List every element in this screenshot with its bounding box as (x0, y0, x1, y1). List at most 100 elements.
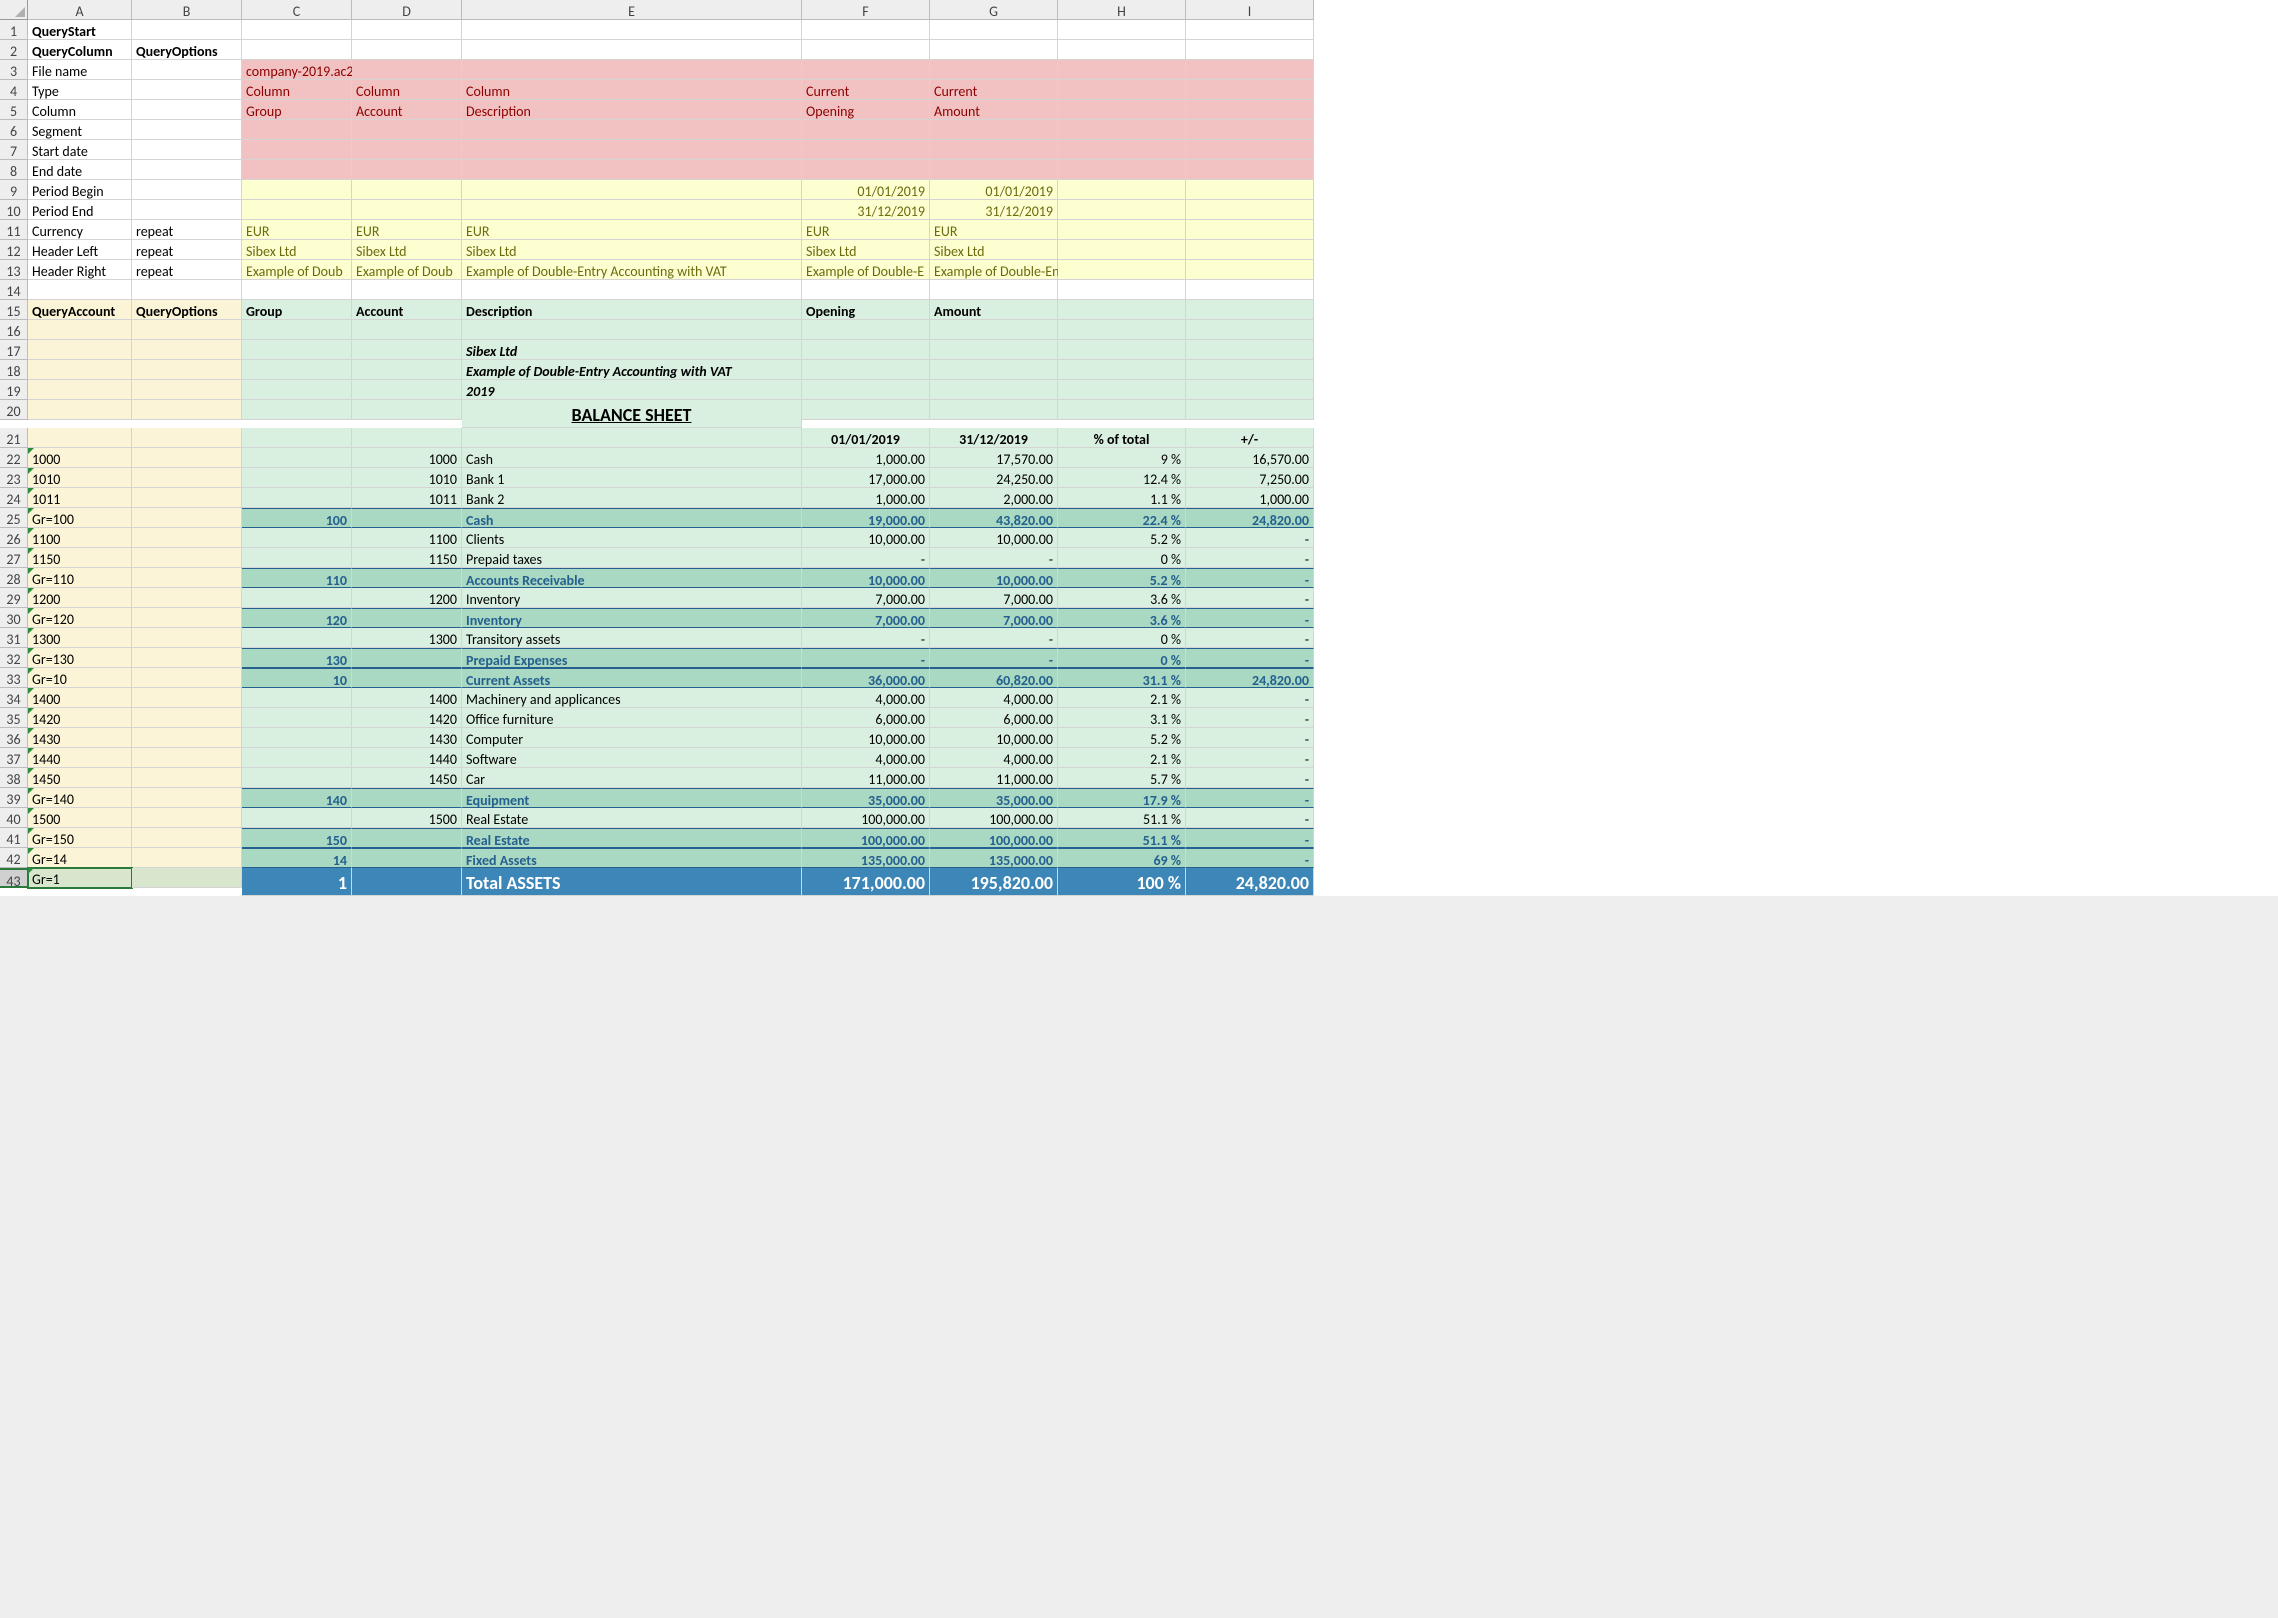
cell-I40[interactable]: - (1186, 808, 1314, 828)
cell-F27[interactable]: - (802, 548, 930, 568)
cell-D14[interactable] (352, 280, 462, 300)
row-header-38[interactable]: 38 (0, 768, 28, 788)
cell-I19[interactable] (1186, 380, 1314, 400)
cell-D20[interactable] (352, 400, 462, 420)
cell-C12[interactable]: Sibex Ltd (242, 240, 352, 260)
cell-F16[interactable] (802, 320, 930, 340)
row-header-6[interactable]: 6 (0, 120, 28, 140)
cell-C2[interactable] (242, 40, 352, 60)
cell-B1[interactable] (132, 20, 242, 40)
cell-A10[interactable]: Period End (28, 200, 132, 220)
cell-H22[interactable]: 9 % (1058, 448, 1186, 468)
cell-I17[interactable] (1186, 340, 1314, 360)
cell-I27[interactable]: - (1186, 548, 1314, 568)
cell-D32[interactable] (352, 648, 462, 668)
cell-D19[interactable] (352, 380, 462, 400)
cell-H14[interactable] (1058, 280, 1186, 300)
cell-A9[interactable]: Period Begin (28, 180, 132, 200)
cell-C23[interactable] (242, 468, 352, 488)
cell-F9[interactable]: 01/01/2019 (802, 180, 930, 200)
cell-G17[interactable] (930, 340, 1058, 360)
cell-H38[interactable]: 5.7 % (1058, 768, 1186, 788)
cell-F22[interactable]: 1,000.00 (802, 448, 930, 468)
cell-H13[interactable] (1058, 260, 1186, 280)
cell-A36[interactable]: 1430 (28, 728, 132, 748)
cell-B17[interactable] (132, 340, 242, 360)
row-header-26[interactable]: 26 (0, 528, 28, 548)
cell-D17[interactable] (352, 340, 462, 360)
cell-D10[interactable] (352, 200, 462, 220)
cell-B10[interactable] (132, 200, 242, 220)
cell-C22[interactable] (242, 448, 352, 468)
cell-C38[interactable] (242, 768, 352, 788)
cell-B25[interactable] (132, 508, 242, 528)
cell-H29[interactable]: 3.6 % (1058, 588, 1186, 608)
cell-E2[interactable] (462, 40, 802, 60)
cell-F14[interactable] (802, 280, 930, 300)
cell-F21[interactable]: 01/01/2019 (802, 428, 930, 448)
cell-G3[interactable] (930, 60, 1058, 80)
row-header-23[interactable]: 23 (0, 468, 28, 488)
row-header-9[interactable]: 9 (0, 180, 28, 200)
cell-B43[interactable] (132, 868, 242, 888)
cell-H34[interactable]: 2.1 % (1058, 688, 1186, 708)
cell-C13[interactable]: Example of Doub (242, 260, 352, 280)
row-header-11[interactable]: 11 (0, 220, 28, 240)
cell-D35[interactable]: 1420 (352, 708, 462, 728)
row-header-4[interactable]: 4 (0, 80, 28, 100)
cell-I18[interactable] (1186, 360, 1314, 380)
cell-I34[interactable]: - (1186, 688, 1314, 708)
cell-D34[interactable]: 1400 (352, 688, 462, 708)
cell-I14[interactable] (1186, 280, 1314, 300)
cell-G34[interactable]: 4,000.00 (930, 688, 1058, 708)
cell-H28[interactable]: 5.2 % (1058, 568, 1186, 588)
cell-H3[interactable] (1058, 60, 1186, 80)
cell-H19[interactable] (1058, 380, 1186, 400)
cell-C19[interactable] (242, 380, 352, 400)
cell-H42[interactable]: 69 % (1058, 848, 1186, 868)
cell-G5[interactable]: Amount (930, 100, 1058, 120)
cell-A17[interactable] (28, 340, 132, 360)
cell-C6[interactable] (242, 120, 352, 140)
cell-E27[interactable]: Prepaid taxes (462, 548, 802, 568)
cell-G6[interactable] (930, 120, 1058, 140)
cell-I33[interactable]: 24,820.00 (1186, 668, 1314, 688)
cell-I10[interactable] (1186, 200, 1314, 220)
cell-I42[interactable]: - (1186, 848, 1314, 868)
cell-I28[interactable]: - (1186, 568, 1314, 588)
cell-G37[interactable]: 4,000.00 (930, 748, 1058, 768)
cell-B12[interactable]: repeat (132, 240, 242, 260)
row-header-18[interactable]: 18 (0, 360, 28, 380)
cell-A27[interactable]: 1150 (28, 548, 132, 568)
cell-I8[interactable] (1186, 160, 1314, 180)
cell-I7[interactable] (1186, 140, 1314, 160)
cell-A42[interactable]: Gr=14 (28, 848, 132, 868)
cell-F43[interactable]: 171,000.00 (802, 868, 930, 896)
cell-B3[interactable] (132, 60, 242, 80)
cell-H32[interactable]: 0 % (1058, 648, 1186, 668)
cell-D43[interactable] (352, 868, 462, 896)
cell-G9[interactable]: 01/01/2019 (930, 180, 1058, 200)
cell-I30[interactable]: - (1186, 608, 1314, 628)
cell-D28[interactable] (352, 568, 462, 588)
cell-C43[interactable]: 1 (242, 868, 352, 896)
cell-E9[interactable] (462, 180, 802, 200)
row-header-37[interactable]: 37 (0, 748, 28, 768)
col-header-D[interactable]: D (352, 0, 462, 20)
cell-E40[interactable]: Real Estate (462, 808, 802, 828)
cell-H17[interactable] (1058, 340, 1186, 360)
row-header-2[interactable]: 2 (0, 40, 28, 60)
cell-E1[interactable] (462, 20, 802, 40)
cell-F33[interactable]: 36,000.00 (802, 668, 930, 688)
row-header-1[interactable]: 1 (0, 20, 28, 40)
row-header-28[interactable]: 28 (0, 568, 28, 588)
cell-F31[interactable]: - (802, 628, 930, 648)
cell-G21[interactable]: 31/12/2019 (930, 428, 1058, 448)
cell-C35[interactable] (242, 708, 352, 728)
cell-F4[interactable]: Current (802, 80, 930, 100)
cell-B28[interactable] (132, 568, 242, 588)
cell-A20[interactable] (28, 400, 132, 420)
cell-B33[interactable] (132, 668, 242, 688)
row-header-10[interactable]: 10 (0, 200, 28, 220)
cell-B4[interactable] (132, 80, 242, 100)
